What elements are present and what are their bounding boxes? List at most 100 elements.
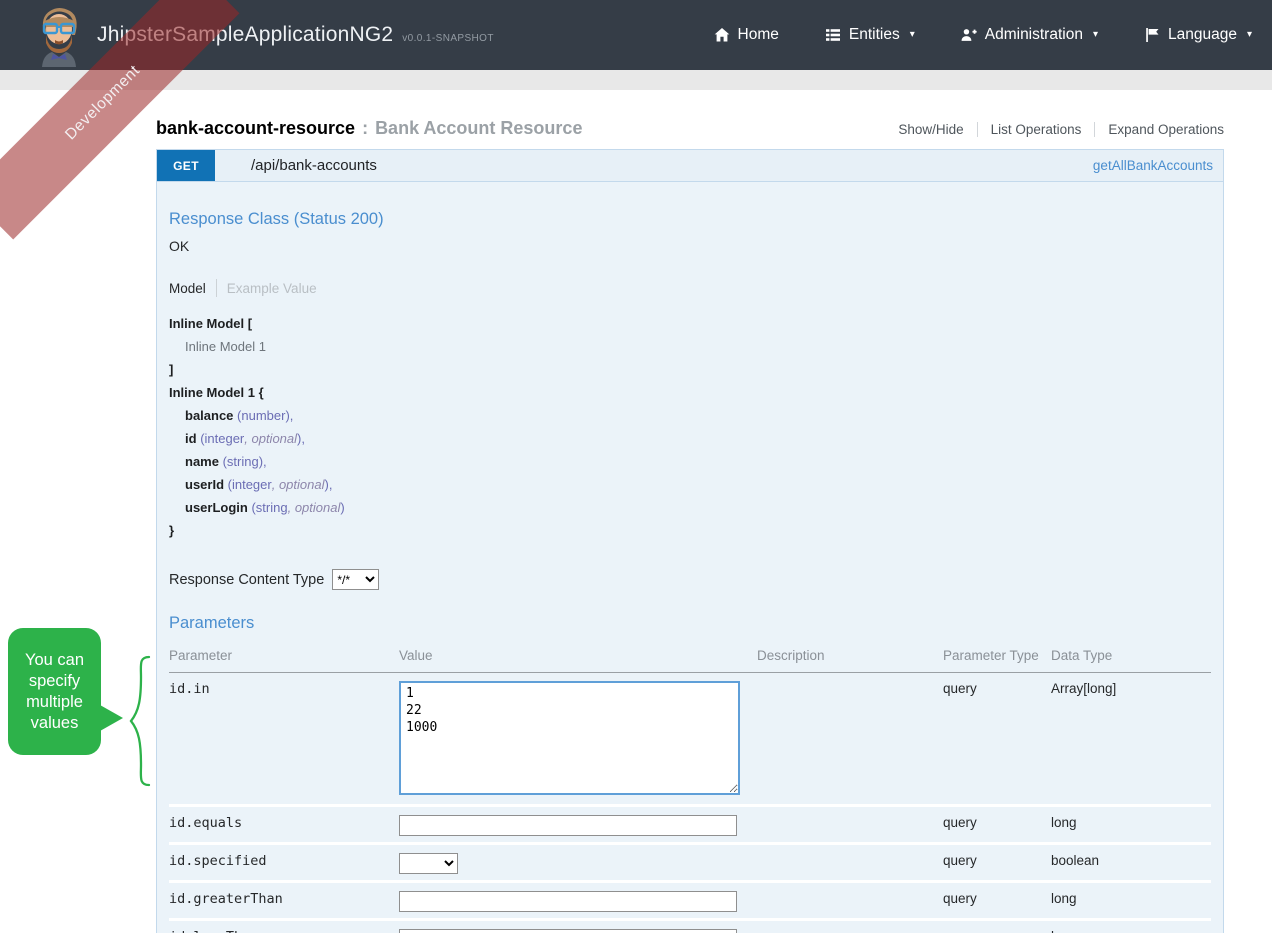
- operation-heading: GET /api/bank-accounts getAllBankAccount…: [156, 149, 1224, 182]
- link-separator: [1094, 122, 1095, 137]
- param-value-cell: [399, 806, 757, 844]
- home-icon: [714, 27, 730, 43]
- param-value-id.greaterThan[interactable]: [399, 891, 737, 912]
- nav-item-home[interactable]: Home: [714, 26, 779, 44]
- param-data-type: Array[long]: [1051, 673, 1211, 806]
- resource-header: bank-account-resource: Bank Account Resou…: [156, 118, 1224, 139]
- param-value-cell: [399, 882, 757, 920]
- model-property-balance: balance (number),: [169, 404, 1211, 427]
- app-version: v0.0.1-SNAPSHOT: [402, 33, 494, 44]
- param-name: id.in: [169, 673, 399, 806]
- param-row-id.specified: id.specified queryboolean: [169, 844, 1211, 882]
- resource-description: Bank Account Resource: [375, 118, 582, 138]
- param-description: [757, 920, 943, 933]
- param-value-cell: [399, 920, 757, 933]
- chevron-down-icon: ▾: [1093, 29, 1098, 40]
- resource-links: Show/Hide List Operations Expand Operation…: [898, 122, 1224, 137]
- model-line: Inline Model [: [169, 312, 1211, 335]
- nav-item-label: Entities: [849, 26, 900, 44]
- model-property-name: name (string),: [169, 450, 1211, 473]
- param-name: id.greaterThan: [169, 882, 399, 920]
- param-value-cell: [399, 844, 757, 882]
- param-name: id.specified: [169, 844, 399, 882]
- model-tabs: Model Example Value: [169, 279, 1211, 297]
- param-name: id.lessThan: [169, 920, 399, 933]
- column-header-value: Value: [399, 642, 757, 673]
- param-row-id.in: id.in queryArray[long]: [169, 673, 1211, 806]
- param-value-id.equals[interactable]: [399, 815, 737, 836]
- param-data-type: long: [1051, 920, 1211, 933]
- annotation-bubble: You can specify multiple values: [8, 628, 101, 755]
- nav-item-label: Administration: [985, 26, 1083, 44]
- param-type: query: [943, 673, 1051, 806]
- param-row-id.greaterThan: id.greaterThan querylong: [169, 882, 1211, 920]
- parameters-heading: Parameters: [169, 614, 1211, 633]
- tab-model[interactable]: Model: [169, 281, 206, 296]
- resource-link-expand-operations[interactable]: Expand Operations: [1108, 122, 1224, 137]
- link-separator: [977, 122, 978, 137]
- response-content-type-row: Response Content Type */*: [169, 569, 1211, 590]
- model-signature: Inline Model [Inline Model 1]Inline Mode…: [169, 312, 1211, 542]
- column-header-description: Description: [757, 642, 943, 673]
- operation-path[interactable]: /api/bank-accounts: [251, 157, 377, 174]
- flag-icon: [1144, 27, 1160, 43]
- model-line: }: [169, 519, 1211, 542]
- tab-example-value[interactable]: Example Value: [227, 281, 317, 296]
- param-description: [757, 673, 943, 806]
- param-type: query: [943, 844, 1051, 882]
- param-type: query: [943, 882, 1051, 920]
- column-header-parameter: Parameter: [169, 642, 399, 673]
- param-value-id.in[interactable]: [399, 681, 740, 795]
- parameters-table-header: ParameterValueDescriptionParameter TypeD…: [169, 642, 1211, 673]
- param-data-type: long: [1051, 806, 1211, 844]
- model-ref-link: Inline Model 1: [169, 335, 1211, 358]
- operation-get-bank-accounts: GET /api/bank-accounts getAllBankAccount…: [156, 149, 1224, 933]
- resource-link-show-hide[interactable]: Show/Hide: [898, 122, 963, 137]
- chevron-down-icon: ▾: [910, 29, 915, 40]
- annotation-text: You can specify multiple values: [13, 650, 96, 734]
- nav-item-label: Home: [738, 26, 779, 44]
- column-header-data-type: Data Type: [1051, 642, 1211, 673]
- param-data-type: boolean: [1051, 844, 1211, 882]
- operation-nickname-link[interactable]: getAllBankAccounts: [1093, 158, 1213, 173]
- jhipster-avatar-logo: [30, 5, 88, 67]
- resource-title-group: bank-account-resource: Bank Account Resou…: [156, 118, 582, 139]
- subheader-strip: [0, 70, 1272, 90]
- model-property-userLogin: userLogin (string, optional): [169, 496, 1211, 519]
- param-row-id.lessThan: id.lessThan querylong: [169, 920, 1211, 933]
- param-type: query: [943, 920, 1051, 933]
- resource-separator: :: [362, 118, 368, 138]
- param-description: [757, 806, 943, 844]
- model-property-userId: userId (integer, optional),: [169, 473, 1211, 496]
- parameters-table: ParameterValueDescriptionParameter TypeD…: [169, 642, 1211, 933]
- annotation-brace: [125, 655, 153, 787]
- resource-name[interactable]: bank-account-resource: [156, 118, 355, 138]
- param-value-id.specified[interactable]: [399, 853, 458, 874]
- response-content-type-label: Response Content Type: [169, 572, 324, 588]
- http-method-badge[interactable]: GET: [157, 150, 215, 181]
- chevron-down-icon: ▾: [1247, 29, 1252, 40]
- response-status-text: OK: [169, 238, 1211, 254]
- tab-divider: [216, 279, 217, 297]
- navbar-menu: HomeEntities▾Administration▾Language▾: [714, 26, 1272, 44]
- nav-item-language[interactable]: Language▾: [1144, 26, 1252, 44]
- param-value-cell: [399, 673, 757, 806]
- top-navbar: JhipsterSampleApplicationNG2 v0.0.1-SNAP…: [0, 0, 1272, 70]
- model-line: ]: [169, 358, 1211, 381]
- nav-item-entities[interactable]: Entities ▾: [825, 26, 915, 44]
- nav-item-administration[interactable]: Administration ▾: [961, 26, 1098, 44]
- param-name: id.equals: [169, 806, 399, 844]
- column-header-parameter-type: Parameter Type: [943, 642, 1051, 673]
- model-property-id: id (integer, optional),: [169, 427, 1211, 450]
- param-description: [757, 882, 943, 920]
- response-class-heading: Response Class (Status 200): [169, 182, 1211, 229]
- brand-link[interactable]: JhipsterSampleApplicationNG2 v0.0.1-SNAP…: [97, 23, 494, 47]
- param-value-id.lessThan[interactable]: [399, 929, 737, 933]
- swagger-main: bank-account-resource: Bank Account Resou…: [156, 118, 1224, 933]
- param-description: [757, 844, 943, 882]
- param-data-type: long: [1051, 882, 1211, 920]
- user-plus-icon: [961, 27, 977, 43]
- param-row-id.equals: id.equalsquerylong: [169, 806, 1211, 844]
- resource-link-list-operations[interactable]: List Operations: [991, 122, 1082, 137]
- response-content-type-select[interactable]: */*: [332, 569, 379, 590]
